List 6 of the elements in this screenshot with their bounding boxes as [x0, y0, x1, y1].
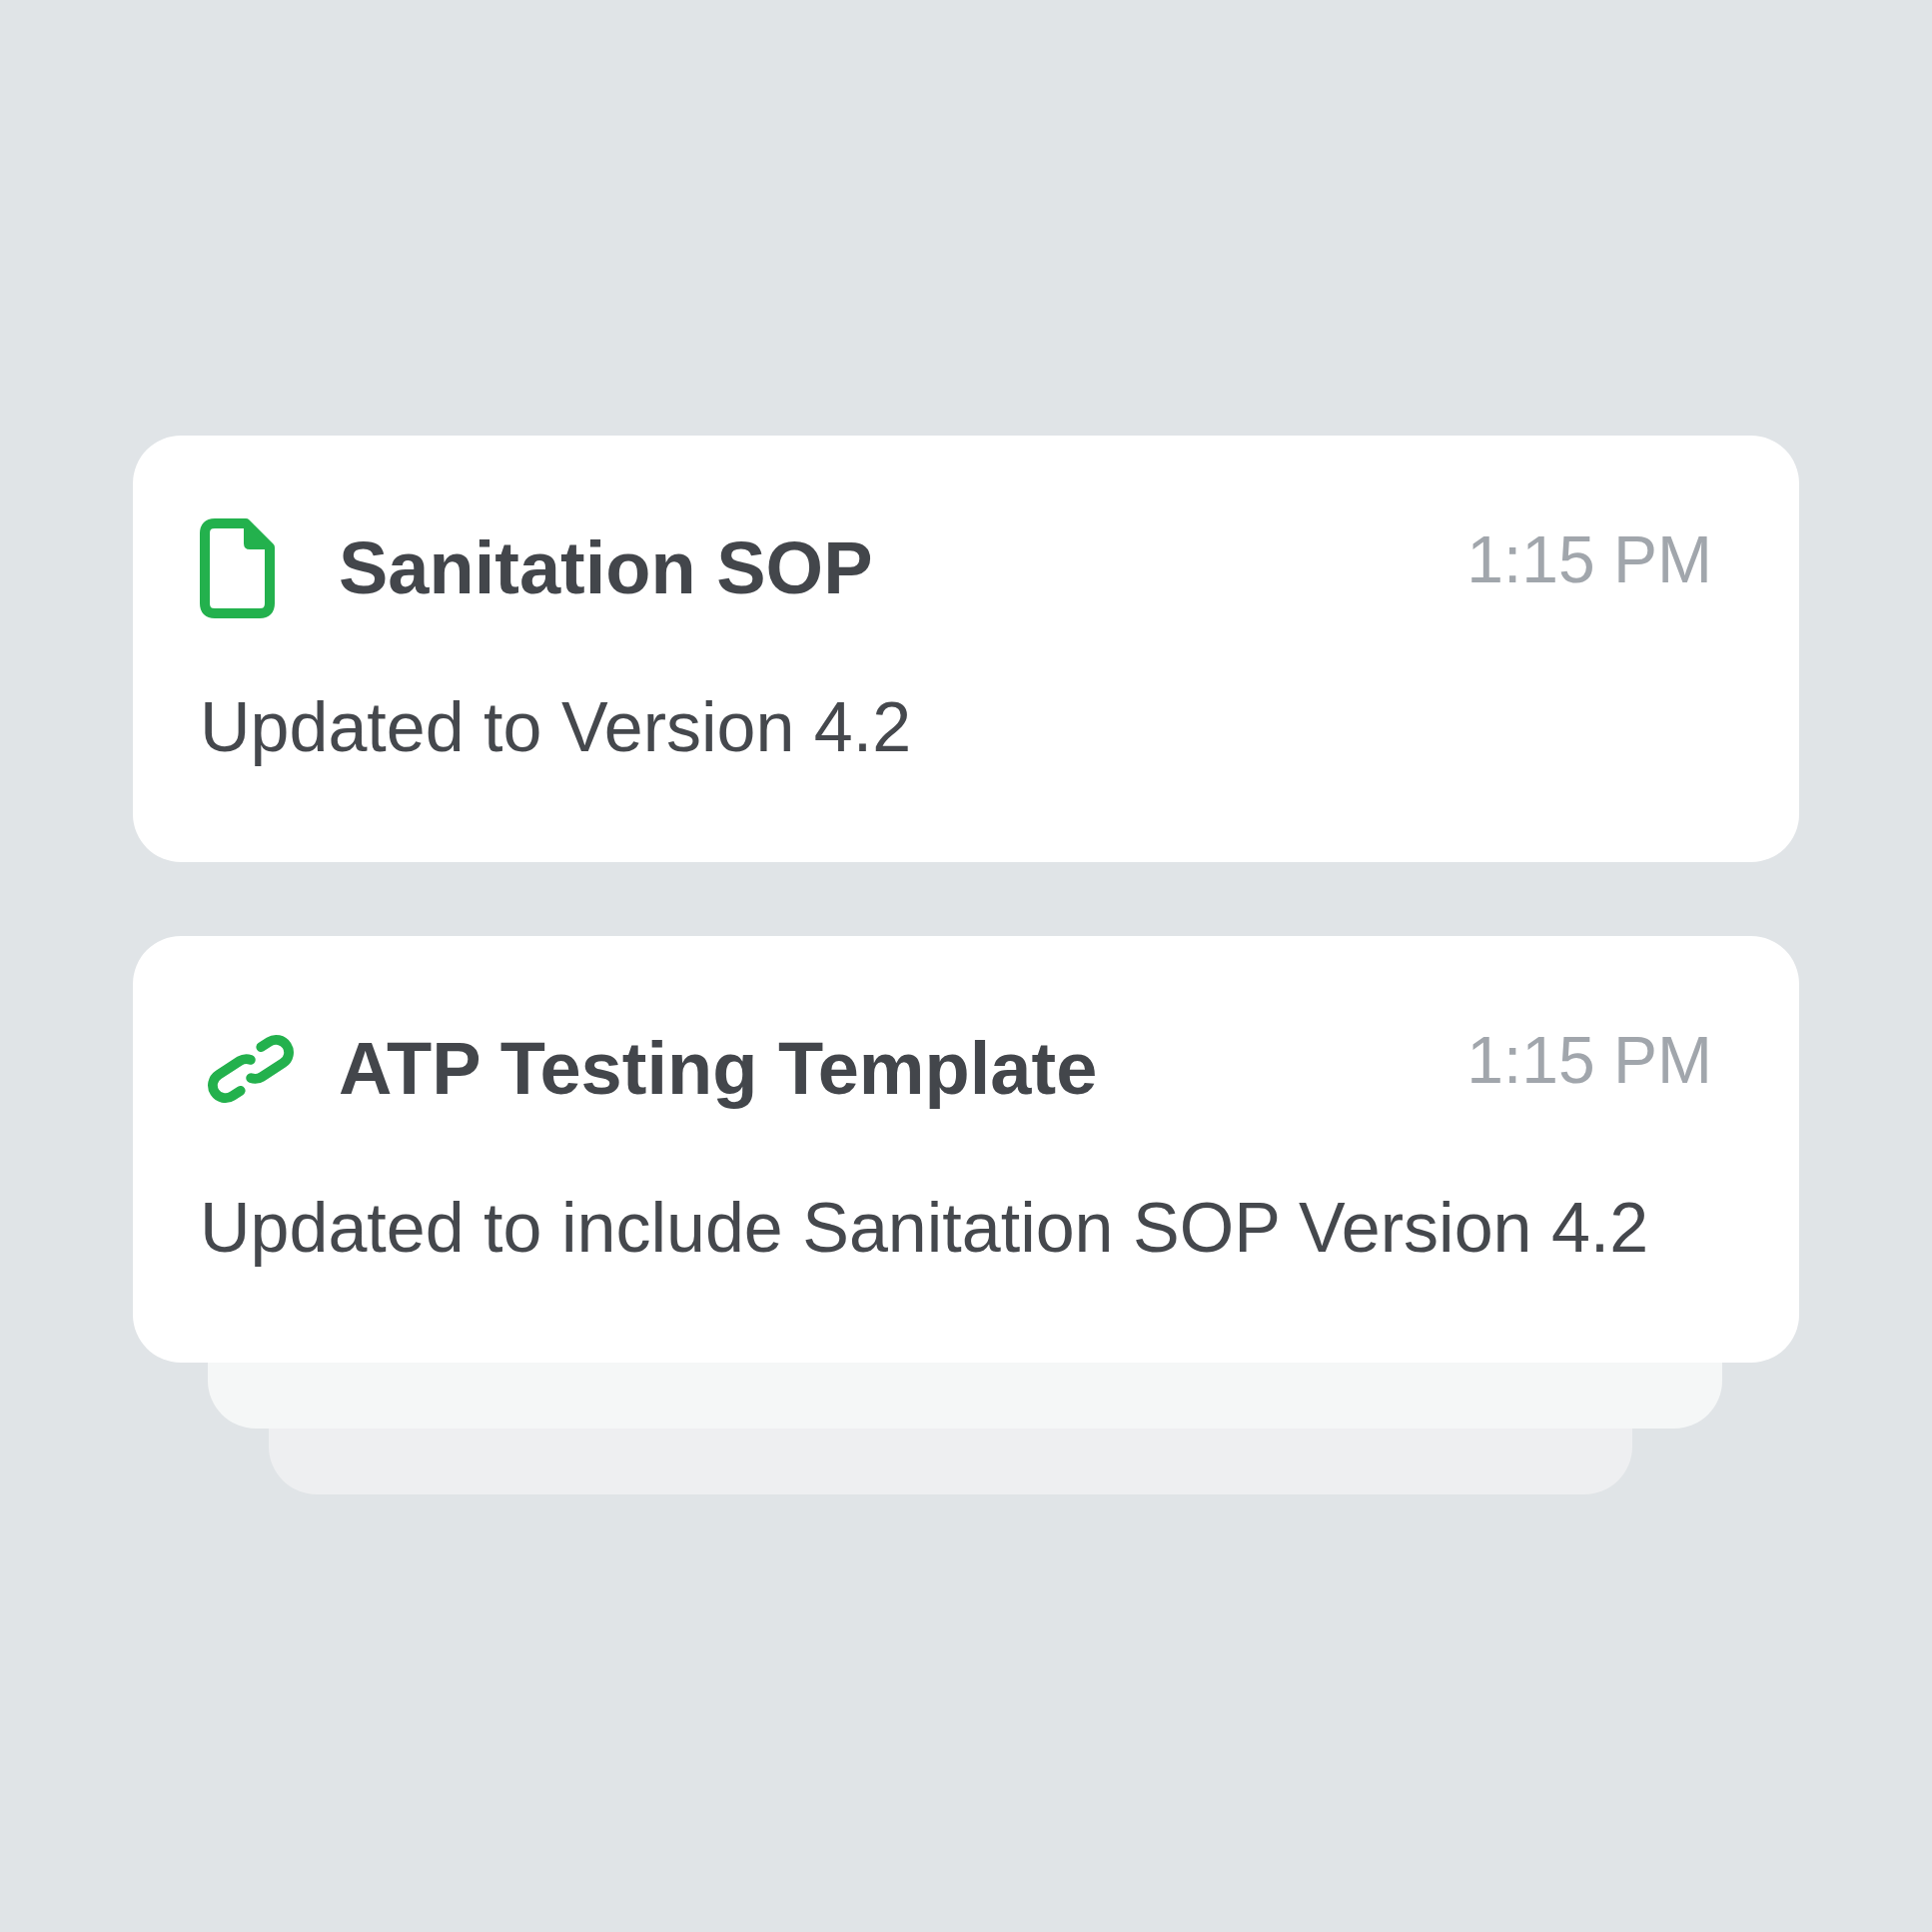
notification-card[interactable]: Sanitation SOP 1:15 PM Updated to Version 4.2: [133, 436, 1799, 862]
timestamp: 1:15 PM: [1466, 1027, 1712, 1093]
notification-title: Sanitation SOP: [339, 531, 873, 605]
notification-card[interactable]: ATP Testing Template 1:15 PM Updated to include Sanitation SOP Version 4.2: [133, 936, 1799, 1363]
document-icon: [200, 518, 275, 618]
timestamp: 1:15 PM: [1466, 526, 1712, 592]
